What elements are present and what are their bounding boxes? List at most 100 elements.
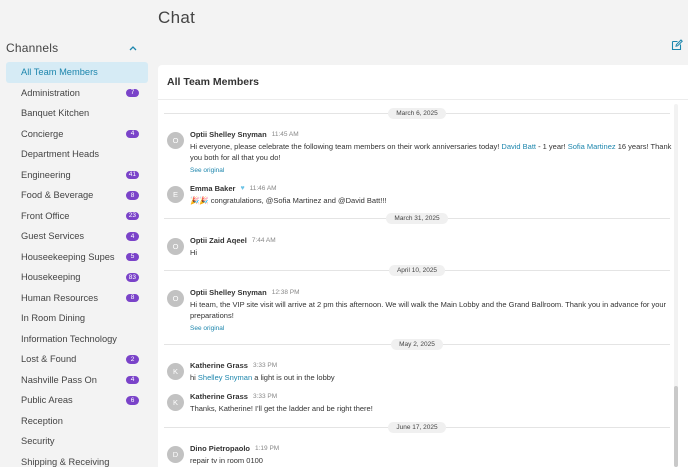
mention-link[interactable]: David Batt	[501, 142, 536, 151]
date-label: March 31, 2025	[386, 213, 448, 224]
message-text: Hi team, the VIP site visit will arrive …	[190, 299, 667, 321]
channel-item[interactable]: Public Areas 6	[6, 390, 148, 411]
see-original-link[interactable]: See original	[190, 323, 672, 335]
message-time: 3:33 PM	[252, 393, 278, 400]
edit-icon[interactable]	[671, 39, 683, 51]
date-label: May 2, 2025	[391, 339, 443, 350]
channel-label: Engineering	[21, 169, 71, 180]
unread-badge: 83	[125, 273, 139, 282]
message-author[interactable]: Emma Baker	[190, 183, 235, 195]
channels-title: Channels	[6, 41, 59, 55]
channel-label: Food & Beverage	[21, 190, 94, 201]
channel-label: Front Office	[21, 210, 70, 221]
unread-badge: 4	[126, 375, 139, 384]
unread-badge: 8	[126, 293, 139, 302]
channels-header[interactable]: Channels	[0, 36, 152, 60]
date-separator: March 31, 2025	[158, 212, 676, 225]
message-time: 11:46 AM	[249, 185, 277, 192]
message-body: Optii Zaid Aqeel 7:44 AM Hi	[190, 235, 276, 258]
channel-label: Information Technology	[21, 333, 117, 344]
date-label: April 10, 2025	[388, 265, 446, 276]
channel-item[interactable]: Reception	[6, 411, 148, 432]
mention-link[interactable]: Shelley Snyman	[198, 373, 252, 382]
channel-label: Public Areas	[21, 395, 73, 406]
message-author[interactable]: Dino Pietropaolo	[190, 443, 250, 455]
message-body: Katherine Grass 3:33 PM Thanks, Katherine…	[190, 391, 373, 414]
message-body: Optii Shelley Snyman 11:45 AM Hi everyone…	[190, 129, 672, 176]
message-text: 🎉🎉 congratulations, @Sofia Martinez and …	[190, 195, 387, 205]
channel-item[interactable]: Department Heads	[6, 144, 148, 165]
date-label: June 17, 2025	[388, 422, 446, 433]
channel-item[interactable]: Front Office 23	[6, 206, 148, 227]
message-item: O Optii Shelley Snyman 11:45 AM Hi everyo…	[167, 129, 672, 176]
channel-item[interactable]: Security	[6, 431, 148, 452]
channel-label: Concierge	[21, 128, 64, 139]
chevron-up-icon[interactable]	[128, 43, 138, 53]
avatar[interactable]: O	[167, 238, 184, 255]
mention-link[interactable]: Sofia Martinez	[568, 142, 616, 151]
channel-item[interactable]: Engineering 41	[6, 165, 148, 186]
message-text: Hi everyone, please celebrate the follow…	[190, 141, 672, 163]
channel-item[interactable]: Information Technology	[6, 329, 148, 350]
avatar[interactable]: K	[167, 363, 184, 380]
channel-label: All Team Members	[21, 67, 98, 78]
date-separator: April 10, 2025	[158, 264, 676, 277]
channel-label: In Room Dining	[21, 313, 86, 324]
channel-label: Banquet Kitchen	[21, 108, 90, 119]
channel-item[interactable]: Lost & Found 2	[6, 349, 148, 370]
channel-item[interactable]: Nashville Pass On 4	[6, 370, 148, 391]
unread-badge: 41	[125, 170, 139, 179]
message-text: repair tv in room 0100	[190, 455, 263, 465]
channel-item[interactable]: Food & Beverage 8	[6, 185, 148, 206]
date-separator: June 17, 2025	[158, 421, 676, 434]
message-item: O Optii Shelley Snyman 12:38 PM Hi team, …	[167, 287, 672, 334]
message-author[interactable]: Katherine Grass	[190, 391, 248, 403]
message-author[interactable]: Optii Zaid Aqeel	[190, 235, 247, 247]
channel-item[interactable]: All Team Members	[6, 62, 148, 83]
message-text: hi Shelley Snyman a light is out in the …	[190, 372, 335, 382]
channel-item[interactable]: Guest Services 4	[6, 226, 148, 247]
see-original-link[interactable]: See original	[190, 165, 672, 177]
message-author[interactable]: Katherine Grass	[190, 360, 248, 372]
unread-badge: 7	[126, 88, 139, 97]
avatar[interactable]: O	[167, 290, 184, 307]
channel-label: Department Heads	[21, 149, 100, 160]
channel-item[interactable]: Houseekeeping Supes 5	[6, 247, 148, 268]
page-title: Chat	[158, 8, 196, 27]
channel-label: Houseekeeping Supes	[21, 251, 115, 262]
unread-badge: 6	[126, 396, 139, 405]
channel-item[interactable]: In Room Dining	[6, 308, 148, 329]
message-body: Emma Baker ♥ 11:46 AM 🎉🎉 congratulations, …	[190, 183, 387, 206]
channel-list: All Team Members Administration 7 Banquet K…	[0, 62, 152, 467]
channel-label: Housekeeping	[21, 272, 81, 283]
message-item: D Dino Pietropaolo 1:19 PM repair tv in r…	[167, 443, 672, 466]
message-item: O Optii Zaid Aqeel 7:44 AM Hi	[167, 235, 672, 258]
channel-label: Reception	[21, 415, 63, 426]
avatar[interactable]: D	[167, 446, 184, 463]
channel-item[interactable]: Administration 7	[6, 83, 148, 104]
message-author[interactable]: Optii Shelley Snyman	[190, 129, 267, 141]
unread-badge: 4	[126, 129, 139, 138]
channel-label: Guest Services	[21, 231, 85, 242]
channel-item[interactable]: Banquet Kitchen	[6, 103, 148, 124]
message-author[interactable]: Optii Shelley Snyman	[190, 287, 267, 299]
date-label: March 6, 2025	[388, 108, 446, 119]
channel-item[interactable]: Human Resources 8	[6, 288, 148, 309]
unread-badge: 5	[126, 252, 139, 261]
message-time: 1:19 PM	[255, 445, 280, 452]
unread-badge: 2	[126, 355, 139, 364]
channels-sidebar: Channels All Team Members Administration 7…	[0, 36, 152, 467]
channel-label: Administration	[21, 87, 80, 98]
channel-item[interactable]: Shipping & Receiving	[6, 452, 148, 467]
message-text: Thanks, Katherine! I'll get the ladder a…	[190, 403, 373, 413]
channel-item[interactable]: Concierge 4	[6, 124, 148, 145]
avatar[interactable]: O	[167, 132, 184, 149]
avatar[interactable]: E	[167, 186, 184, 203]
channel-label: Human Resources	[21, 292, 98, 303]
avatar[interactable]: K	[167, 394, 184, 411]
unread-badge: 23	[125, 211, 139, 220]
channel-label: Nashville Pass On	[21, 374, 97, 385]
message-body: Optii Shelley Snyman 12:38 PM Hi team, th…	[190, 287, 672, 334]
channel-item[interactable]: Housekeeping 83	[6, 267, 148, 288]
message-item: E Emma Baker ♥ 11:46 AM 🎉🎉 congratulations…	[167, 183, 672, 206]
